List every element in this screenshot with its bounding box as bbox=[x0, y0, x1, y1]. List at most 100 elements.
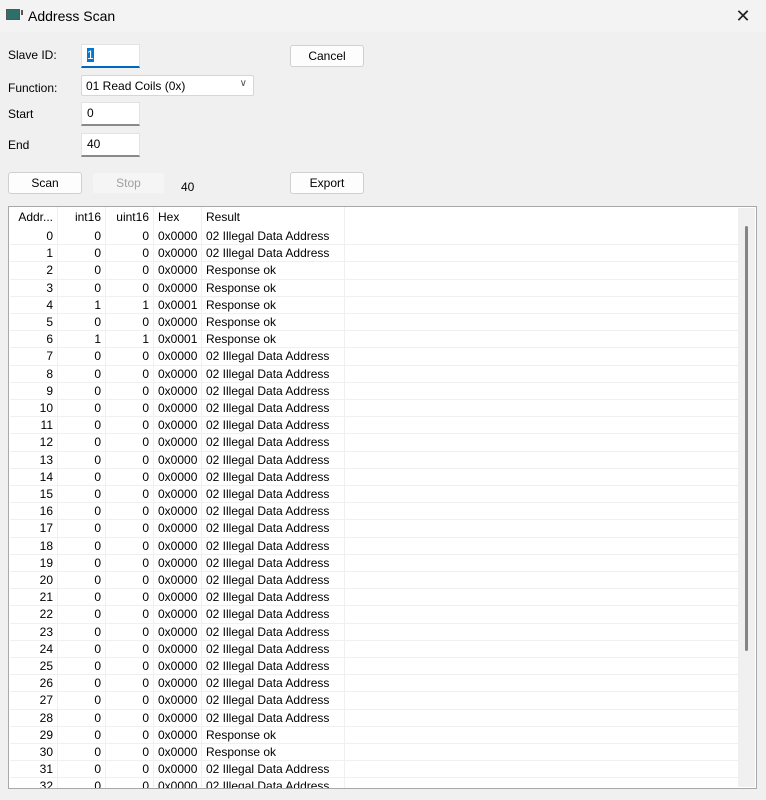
scan-button[interactable]: Scan bbox=[8, 172, 82, 194]
table-cell: 0x0000 bbox=[154, 675, 202, 692]
table-cell: 0 bbox=[106, 365, 154, 382]
table-row[interactable]: 21 0 0 0x0000 02 Illegal Data Address bbox=[10, 589, 740, 607]
table-cell: 9 bbox=[10, 382, 58, 399]
table-cell: 0x0000 bbox=[154, 314, 202, 331]
table-cell: 0x0000 bbox=[154, 468, 202, 485]
table-cell: 6 bbox=[10, 331, 58, 348]
column-header[interactable]: uint16 bbox=[106, 207, 154, 228]
stop-button[interactable]: Stop bbox=[92, 172, 165, 194]
table-row[interactable]: 13 0 0 0x0000 02 Illegal Data Address bbox=[10, 451, 740, 469]
table-cell: 0x0000 bbox=[154, 640, 202, 657]
table-cell: 2 bbox=[10, 262, 58, 279]
table-cell: 0x0000 bbox=[154, 761, 202, 778]
table-cell: 0 bbox=[106, 675, 154, 692]
table-cell: 0x0000 bbox=[154, 417, 202, 434]
table-cell: 0 bbox=[58, 658, 106, 675]
table-cell: 0x0000 bbox=[154, 245, 202, 262]
table-row[interactable]: 8 0 0 0x0000 02 Illegal Data Address bbox=[10, 365, 740, 383]
table-cell: 0 bbox=[58, 486, 106, 503]
table-cell: 02 Illegal Data Address bbox=[202, 675, 345, 692]
start-input[interactable]: 0 bbox=[81, 102, 140, 126]
table-row[interactable]: 10 0 0 0x0000 02 Illegal Data Address bbox=[10, 400, 740, 418]
window-title: Address Scan bbox=[28, 8, 116, 24]
table-row[interactable]: 9 0 0 0x0000 02 Illegal Data Address bbox=[10, 382, 740, 400]
table-cell: 14 bbox=[10, 468, 58, 485]
table-cell: 0x0000 bbox=[154, 744, 202, 761]
table-row[interactable]: 16 0 0 0x0000 02 Illegal Data Address bbox=[10, 503, 740, 521]
slave-id-input[interactable]: 1 bbox=[81, 44, 140, 68]
table-row[interactable]: 11 0 0 0x0000 02 Illegal Data Address bbox=[10, 417, 740, 435]
column-header[interactable]: Hex bbox=[154, 207, 202, 228]
table-cell: 02 Illegal Data Address bbox=[202, 228, 345, 245]
table-cell: 0 bbox=[106, 778, 154, 788]
table-row[interactable]: 23 0 0 0x0000 02 Illegal Data Address bbox=[10, 623, 740, 641]
table-cell: 0x0000 bbox=[154, 606, 202, 623]
table-cell: 0 bbox=[106, 623, 154, 640]
export-button[interactable]: Export bbox=[290, 172, 364, 194]
table-row[interactable]: 20 0 0 0x0000 02 Illegal Data Address bbox=[10, 572, 740, 590]
table-row[interactable]: 15 0 0 0x0000 02 Illegal Data Address bbox=[10, 486, 740, 504]
table-cell: 5 bbox=[10, 314, 58, 331]
table-row[interactable]: 31 0 0 0x0000 02 Illegal Data Address bbox=[10, 761, 740, 779]
table-cell: 0x0000 bbox=[154, 520, 202, 537]
column-header[interactable]: Addr... bbox=[10, 207, 58, 228]
table-cell: 0 bbox=[106, 709, 154, 726]
function-select[interactable]: 01 Read Coils (0x) ∨ bbox=[81, 75, 254, 96]
table-row[interactable]: 28 0 0 0x0000 02 Illegal Data Address bbox=[10, 709, 740, 727]
column-header[interactable]: Result bbox=[202, 207, 345, 228]
scrollbar-thumb[interactable] bbox=[745, 226, 748, 651]
column-header[interactable]: int16 bbox=[58, 207, 106, 228]
table-cell: 0 bbox=[58, 589, 106, 606]
table-cell: 0 bbox=[58, 365, 106, 382]
table-row[interactable]: 30 0 0 0x0000 Response ok bbox=[10, 744, 740, 762]
table-cell: 8 bbox=[10, 365, 58, 382]
table-cell: 0 bbox=[106, 606, 154, 623]
table-cell: 02 Illegal Data Address bbox=[202, 417, 345, 434]
table-cell: 19 bbox=[10, 554, 58, 571]
table-cell: 0 bbox=[58, 503, 106, 520]
table-row[interactable]: 17 0 0 0x0000 02 Illegal Data Address bbox=[10, 520, 740, 538]
table-row[interactable]: 2 0 0 0x0000 Response ok bbox=[10, 262, 740, 280]
cancel-button[interactable]: Cancel bbox=[290, 45, 364, 67]
table-cell: 02 Illegal Data Address bbox=[202, 778, 345, 788]
close-icon[interactable]: ✕ bbox=[720, 0, 766, 32]
table-row[interactable]: 5 0 0 0x0000 Response ok bbox=[10, 314, 740, 332]
table-cell: 0 bbox=[58, 726, 106, 743]
table-row[interactable]: 12 0 0 0x0000 02 Illegal Data Address bbox=[10, 434, 740, 452]
table-row[interactable]: 29 0 0 0x0000 Response ok bbox=[10, 726, 740, 744]
table-cell: 0 bbox=[58, 382, 106, 399]
table-cell: 1 bbox=[106, 296, 154, 313]
table-row[interactable]: 24 0 0 0x0000 02 Illegal Data Address bbox=[10, 640, 740, 658]
table-cell: Response ok bbox=[202, 314, 345, 331]
table-cell: 18 bbox=[10, 537, 58, 554]
table-header: Addr... int16 uint16 Hex Result bbox=[10, 207, 740, 228]
table-cell: 02 Illegal Data Address bbox=[202, 400, 345, 417]
table-row[interactable]: 19 0 0 0x0000 02 Illegal Data Address bbox=[10, 554, 740, 572]
end-input[interactable]: 40 bbox=[81, 133, 140, 157]
vertical-scrollbar[interactable] bbox=[738, 208, 755, 787]
table-cell: 0 bbox=[106, 486, 154, 503]
table-row[interactable]: 27 0 0 0x0000 02 Illegal Data Address bbox=[10, 692, 740, 710]
table-row[interactable]: 0 0 0 0x0000 02 Illegal Data Address bbox=[10, 228, 740, 246]
table-row[interactable]: 18 0 0 0x0000 02 Illegal Data Address bbox=[10, 537, 740, 555]
table-cell: 0x0000 bbox=[154, 589, 202, 606]
table-cell: 0 bbox=[106, 554, 154, 571]
table-row[interactable]: 32 0 0 0x0000 02 Illegal Data Address bbox=[10, 778, 740, 788]
table-cell: 0 bbox=[106, 520, 154, 537]
table-cell: 0 bbox=[106, 503, 154, 520]
table-cell: 0 bbox=[58, 623, 106, 640]
table-row[interactable]: 26 0 0 0x0000 02 Illegal Data Address bbox=[10, 675, 740, 693]
table-row[interactable]: 6 1 1 0x0001 Response ok bbox=[10, 331, 740, 349]
table-row[interactable]: 25 0 0 0x0000 02 Illegal Data Address bbox=[10, 658, 740, 676]
table-cell: 0x0000 bbox=[154, 400, 202, 417]
table-row[interactable]: 22 0 0 0x0000 02 Illegal Data Address bbox=[10, 606, 740, 624]
table-row[interactable]: 7 0 0 0x0000 02 Illegal Data Address bbox=[10, 348, 740, 366]
table-cell: 0x0001 bbox=[154, 296, 202, 313]
table-row[interactable]: 1 0 0 0x0000 02 Illegal Data Address bbox=[10, 245, 740, 263]
table-row[interactable]: 4 1 1 0x0001 Response ok bbox=[10, 296, 740, 314]
results-table[interactable]: Addr... int16 uint16 Hex Result 0 0 0 0x0000 02 … bbox=[8, 206, 757, 789]
table-row[interactable]: 14 0 0 0x0000 02 Illegal Data Address bbox=[10, 468, 740, 486]
table-row[interactable]: 3 0 0 0x0000 Response ok bbox=[10, 279, 740, 297]
table-cell: 0 bbox=[58, 640, 106, 657]
table-cell: 0 bbox=[58, 417, 106, 434]
